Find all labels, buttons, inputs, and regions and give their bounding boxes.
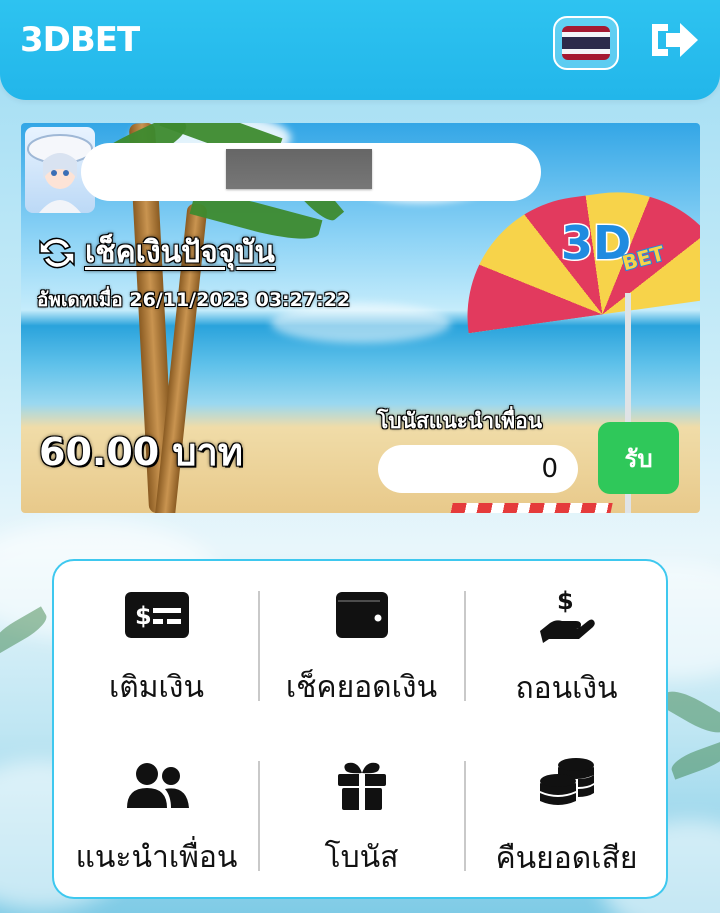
menu-item-label: ถอนเงิน	[515, 671, 618, 706]
money-bill-icon: $	[122, 587, 192, 642]
users-icon	[122, 757, 192, 812]
hand-dollar-icon: $	[532, 587, 602, 643]
menu-item-label: เช็คยอดเงิน	[285, 670, 438, 705]
wallet-icon	[327, 587, 397, 642]
logout-button[interactable]	[648, 18, 700, 62]
svg-text:$: $	[135, 602, 152, 630]
action-menu: $ เติมเงิน เช็คยอดเงิน $ ถอนเงิน แนะนำเพ…	[52, 559, 668, 899]
app-logo[interactable]: 3DBET	[20, 20, 140, 60]
menu-item-check-balance[interactable]: เช็คยอดเงิน	[259, 561, 464, 711]
last-updated-label: อัพเดทเมื่อ	[37, 289, 123, 311]
referral-bonus-label: โบนัสแนะนำเพื่อน	[377, 409, 543, 433]
username-redacted	[226, 149, 372, 189]
referral-bonus-value: 0	[378, 445, 578, 493]
last-updated-value: 26/11/2023 03:27:22	[129, 289, 351, 311]
brand-logo: 3D BET	[557, 203, 669, 277]
gift-icon	[327, 757, 397, 812]
menu-item-bonus[interactable]: โบนัส	[259, 731, 464, 881]
refresh-icon	[39, 237, 75, 268]
menu-item-label: แนะนำเพื่อน	[75, 840, 238, 875]
language-button[interactable]	[553, 16, 619, 70]
menu-item-label: โบนัส	[324, 840, 399, 875]
last-updated: อัพเดทเมื่อ 26/11/2023 03:27:22	[37, 285, 350, 315]
app-header: 3DBET	[0, 0, 720, 100]
check-balance-link[interactable]: เช็คเงินปัจจุบัน	[37, 229, 275, 276]
coins-icon	[532, 757, 602, 813]
menu-item-deposit[interactable]: $ เติมเงิน	[54, 561, 259, 711]
svg-text:3D: 3D	[561, 216, 631, 270]
check-balance-title[interactable]: เช็คเงินปัจจุบัน	[85, 229, 275, 276]
balance-amount: 60.00 บาท	[39, 430, 243, 474]
menu-item-withdraw[interactable]: $ ถอนเงิน	[464, 561, 669, 711]
thai-flag-icon	[562, 26, 610, 60]
claim-button[interactable]: รับ	[598, 422, 679, 494]
menu-item-label: คืนยอดเสีย	[495, 841, 638, 876]
menu-item-label: เติมเงิน	[109, 670, 204, 705]
svg-text:$: $	[557, 587, 574, 615]
menu-item-cashback[interactable]: คืนยอดเสีย	[464, 731, 669, 881]
balance-banner: 3D BET เช็คเงินปัจจุบัน อัพเดทเมื่อ 26/1…	[21, 123, 700, 513]
menu-item-refer-friend[interactable]: แนะนำเพื่อน	[54, 731, 259, 881]
sign-out-icon	[652, 23, 698, 57]
